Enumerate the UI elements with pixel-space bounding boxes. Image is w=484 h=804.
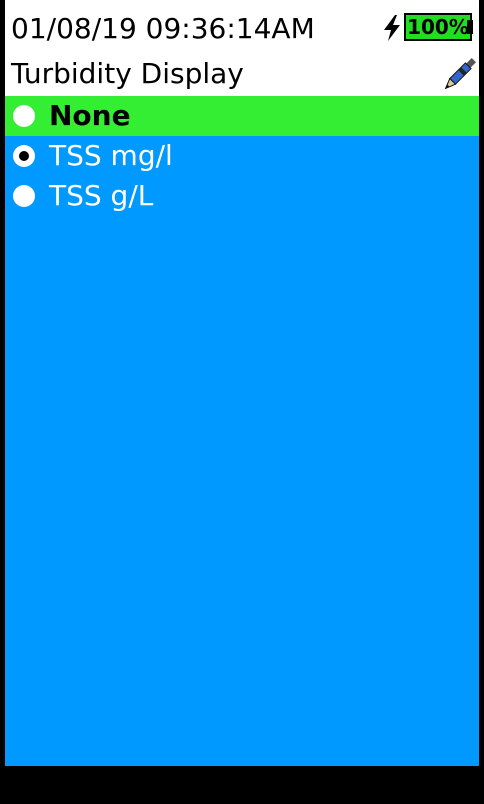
radio-button-checked[interactable]: [13, 145, 35, 167]
page-title: Turbidity Display: [11, 57, 244, 90]
radio-dot-icon: [19, 151, 29, 161]
lightning-bolt-icon: [384, 15, 400, 41]
title-bar: Turbidity Display: [5, 52, 479, 96]
battery-tip: [467, 20, 473, 34]
pen-icon[interactable]: [439, 54, 479, 96]
option-label: None: [49, 99, 131, 132]
option-none[interactable]: None: [5, 96, 479, 136]
softkey-bar: [5, 766, 479, 804]
option-label: TSS g/L: [49, 179, 154, 212]
option-tss-g-l[interactable]: TSS g/L: [5, 176, 479, 216]
option-tss-mg-l[interactable]: TSS mg/l: [5, 136, 479, 176]
options-list: None TSS mg/l TSS g/L: [5, 96, 479, 766]
radio-button-unchecked[interactable]: [13, 185, 35, 207]
datetime-readout: 01/08/19 09:36:14AM: [11, 12, 315, 45]
battery-percent-label: 100%: [407, 15, 469, 39]
option-label: TSS mg/l: [49, 139, 173, 172]
radio-button-unchecked[interactable]: [13, 105, 35, 127]
screen-frame-right: [479, 0, 484, 804]
status-bar: 01/08/19 09:36:14AM 100%: [5, 0, 479, 52]
device-screen: 01/08/19 09:36:14AM 100% Turbidity Displ…: [0, 0, 484, 804]
battery-indicator: 100%: [404, 13, 472, 41]
